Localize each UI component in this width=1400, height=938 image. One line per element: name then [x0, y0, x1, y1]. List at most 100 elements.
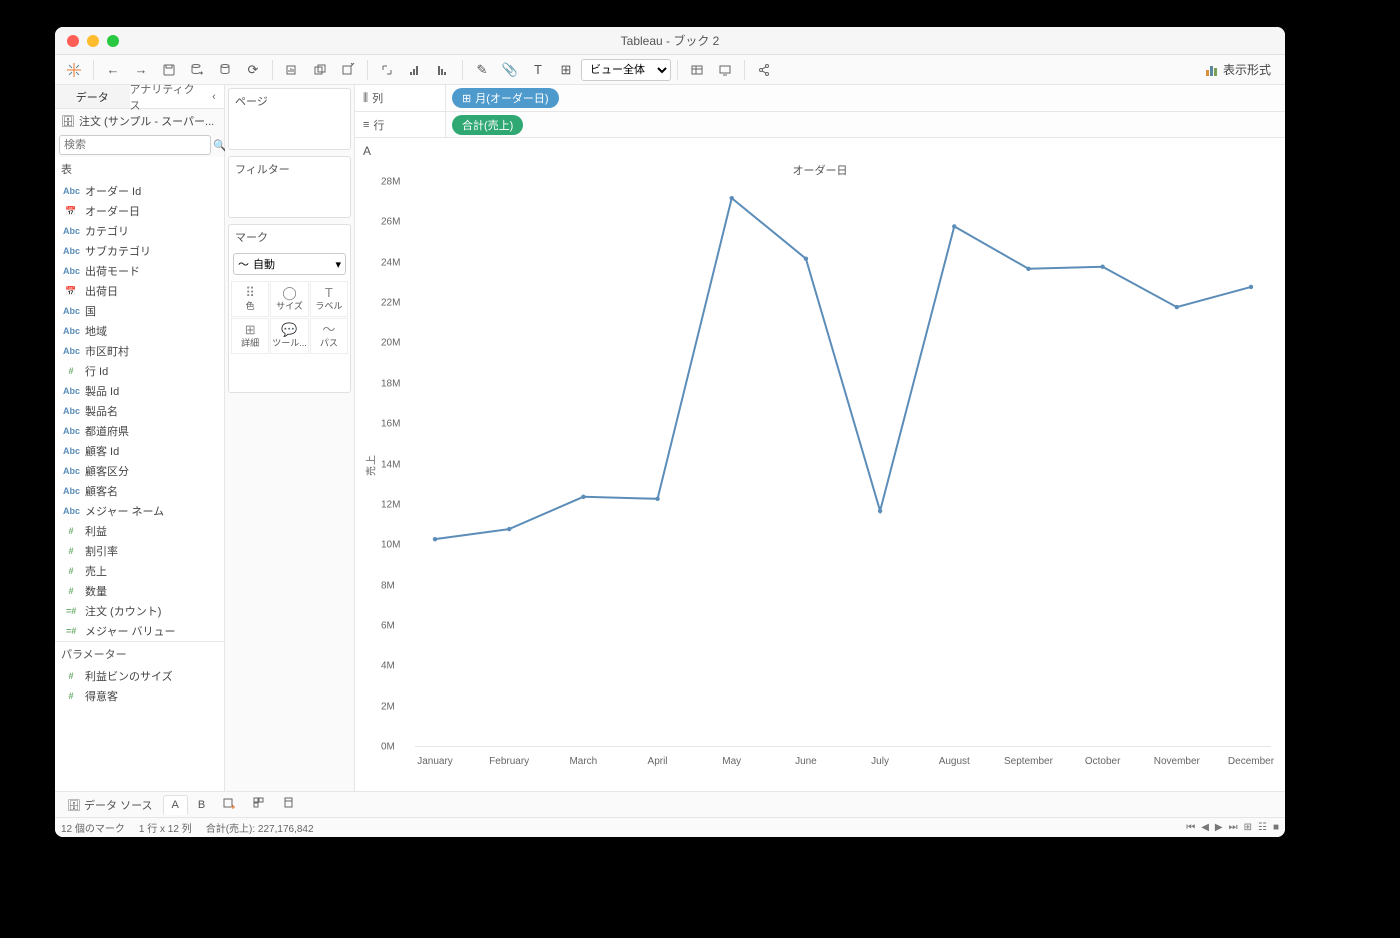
mark-tooltip-button[interactable]: 💬ツール... — [270, 318, 308, 354]
parameter-item[interactable]: #利益ビンのサイズ — [55, 666, 224, 686]
field-item[interactable]: 📅オーダー日 — [55, 201, 224, 221]
field-item[interactable]: Abcカテゴリ — [55, 221, 224, 241]
plus-icon: ⊞ — [462, 92, 471, 105]
fit-select[interactable]: ビュー全体 — [581, 59, 671, 81]
field-item[interactable]: Abc顧客名 — [55, 481, 224, 501]
share-button[interactable] — [751, 58, 777, 82]
field-item[interactable]: Abc顧客区分 — [55, 461, 224, 481]
y-tick-label: 18M — [381, 378, 1253, 389]
num-icon: # — [63, 691, 79, 701]
presentation-mode-button[interactable] — [712, 58, 738, 82]
field-item[interactable]: #売上 — [55, 561, 224, 581]
refresh-button[interactable]: ⟳ — [240, 58, 266, 82]
swap-rows-columns-button[interactable] — [374, 58, 400, 82]
show-me-button[interactable]: 表示形式 — [1197, 61, 1279, 78]
new-worksheet-tab[interactable] — [215, 794, 243, 815]
field-item[interactable]: #割引率 — [55, 541, 224, 561]
show-cards-button[interactable] — [684, 58, 710, 82]
field-item[interactable]: 📅出荷日 — [55, 281, 224, 301]
clear-sheet-button[interactable] — [335, 58, 361, 82]
save-button[interactable] — [156, 58, 182, 82]
mark-detail-button[interactable]: ⊞詳細 — [231, 318, 269, 354]
group-button[interactable]: 📎 — [497, 58, 523, 82]
tab-analytics[interactable]: アナリティクス — [130, 85, 205, 108]
prev-sheet-button[interactable]: ◀ — [1201, 822, 1209, 833]
new-data-source-button[interactable] — [184, 58, 210, 82]
field-item[interactable]: Abc国 — [55, 301, 224, 321]
numi-icon: =# — [63, 606, 79, 616]
field-item[interactable]: =#メジャー バリュー — [55, 621, 224, 641]
field-item[interactable]: Abc市区町村 — [55, 341, 224, 361]
datasource-name[interactable]: 🗄 注文 (サンプル - スーパー... — [55, 109, 224, 133]
field-label: カテゴリ — [85, 223, 129, 239]
tableau-logo-icon[interactable] — [61, 58, 87, 82]
mark-path-button[interactable]: 〜パス — [310, 318, 348, 354]
highlight-button[interactable]: ✎ — [469, 58, 495, 82]
first-sheet-button[interactable]: ⏮ — [1186, 822, 1195, 833]
parameter-item[interactable]: #得意客 — [55, 686, 224, 706]
field-item[interactable]: Abc地域 — [55, 321, 224, 341]
filters-shelf[interactable] — [229, 181, 350, 217]
last-sheet-button[interactable]: ⏭ — [1229, 822, 1238, 833]
sheet-tab-b[interactable]: B — [190, 796, 213, 814]
mark-label-button[interactable]: Tラベル — [310, 281, 348, 317]
collapse-data-pane-button[interactable]: ‹ — [204, 85, 224, 108]
field-item[interactable]: Abc出荷モード — [55, 261, 224, 281]
field-item[interactable]: Abc製品名 — [55, 401, 224, 421]
y-tick-label: 2M — [381, 701, 1253, 712]
field-label: 数量 — [85, 583, 107, 599]
field-item[interactable]: #利益 — [55, 521, 224, 541]
field-item[interactable]: # 行 Id — [55, 361, 224, 381]
new-dashboard-tab[interactable] — [245, 794, 273, 815]
show-me-label: 表示形式 — [1223, 61, 1271, 78]
tab-data[interactable]: データ — [55, 85, 130, 108]
columns-pill-month[interactable]: ⊞月(オーダー日) — [452, 88, 559, 108]
mark-size-button[interactable]: ◯サイズ — [270, 281, 308, 317]
data-source-tab[interactable]: 🗄 データ ソース — [59, 794, 161, 816]
sort-ascending-button[interactable] — [402, 58, 428, 82]
duplicate-sheet-button[interactable] — [307, 58, 333, 82]
num-icon: # — [63, 546, 79, 556]
show-labels-button[interactable]: T — [525, 58, 551, 82]
date-icon: 📅 — [63, 206, 79, 217]
fix-axes-button[interactable]: ⊞ — [553, 58, 579, 82]
mark-color-button[interactable]: ⠿色 — [231, 281, 269, 317]
rows-shelf-drop[interactable]: 合計(売上) — [445, 112, 1285, 137]
field-item[interactable]: Abc製品 Id — [55, 381, 224, 401]
marks-shelf-drop[interactable] — [229, 356, 350, 392]
sheet-tab-a[interactable]: A — [163, 795, 188, 815]
rows-shelf: ≡行 合計(売上) — [355, 111, 1285, 137]
abc-icon: Abc — [63, 486, 79, 496]
field-item[interactable]: Abc都道府県 — [55, 421, 224, 441]
pages-shelf[interactable] — [229, 113, 350, 149]
redo-button[interactable]: → — [128, 58, 154, 82]
columns-shelf-drop[interactable]: ⊞月(オーダー日) — [445, 85, 1285, 111]
field-item[interactable]: Abcメジャー ネーム — [55, 501, 224, 521]
show-tabs-button[interactable]: ■ — [1273, 822, 1279, 833]
new-worksheet-button[interactable] — [279, 58, 305, 82]
visualization[interactable]: A オーダー日 売上 0M2M4M6M8M10M12M14M16M18M20M2… — [355, 138, 1285, 791]
rows-shelf-label: ≡行 — [355, 117, 445, 133]
search-input[interactable] — [59, 135, 211, 155]
y-tick-label: 28M — [381, 177, 1253, 188]
next-sheet-button[interactable]: ▶ — [1215, 822, 1223, 833]
undo-button[interactable]: ← — [100, 58, 126, 82]
field-item[interactable]: #数量 — [55, 581, 224, 601]
field-item[interactable]: Abcオーダー Id — [55, 181, 224, 201]
rows-pill-sum-sales[interactable]: 合計(売上) — [452, 115, 523, 135]
sheet-tabs: 🗄 データ ソース A B — [55, 791, 1285, 817]
field-item[interactable]: =#注文 (カウント) — [55, 601, 224, 621]
abc-icon: Abc — [63, 266, 79, 276]
field-item[interactable]: Abc顧客 Id — [55, 441, 224, 461]
tooltip-icon: 💬 — [281, 323, 297, 336]
rows-icon: ≡ — [363, 119, 369, 131]
field-item[interactable]: Abcサブカテゴリ — [55, 241, 224, 261]
pause-auto-updates-button[interactable] — [212, 58, 238, 82]
sort-descending-button[interactable] — [430, 58, 456, 82]
show-filmstrip-button[interactable]: ⊞ — [1244, 822, 1252, 833]
mark-type-select[interactable]: 〜自動 ▾ — [233, 253, 346, 275]
show-sheets-sorter-button[interactable]: ☷ — [1258, 822, 1267, 833]
field-label: 行 Id — [85, 363, 108, 379]
new-story-tab[interactable] — [275, 794, 303, 815]
num-icon: # — [63, 366, 79, 376]
